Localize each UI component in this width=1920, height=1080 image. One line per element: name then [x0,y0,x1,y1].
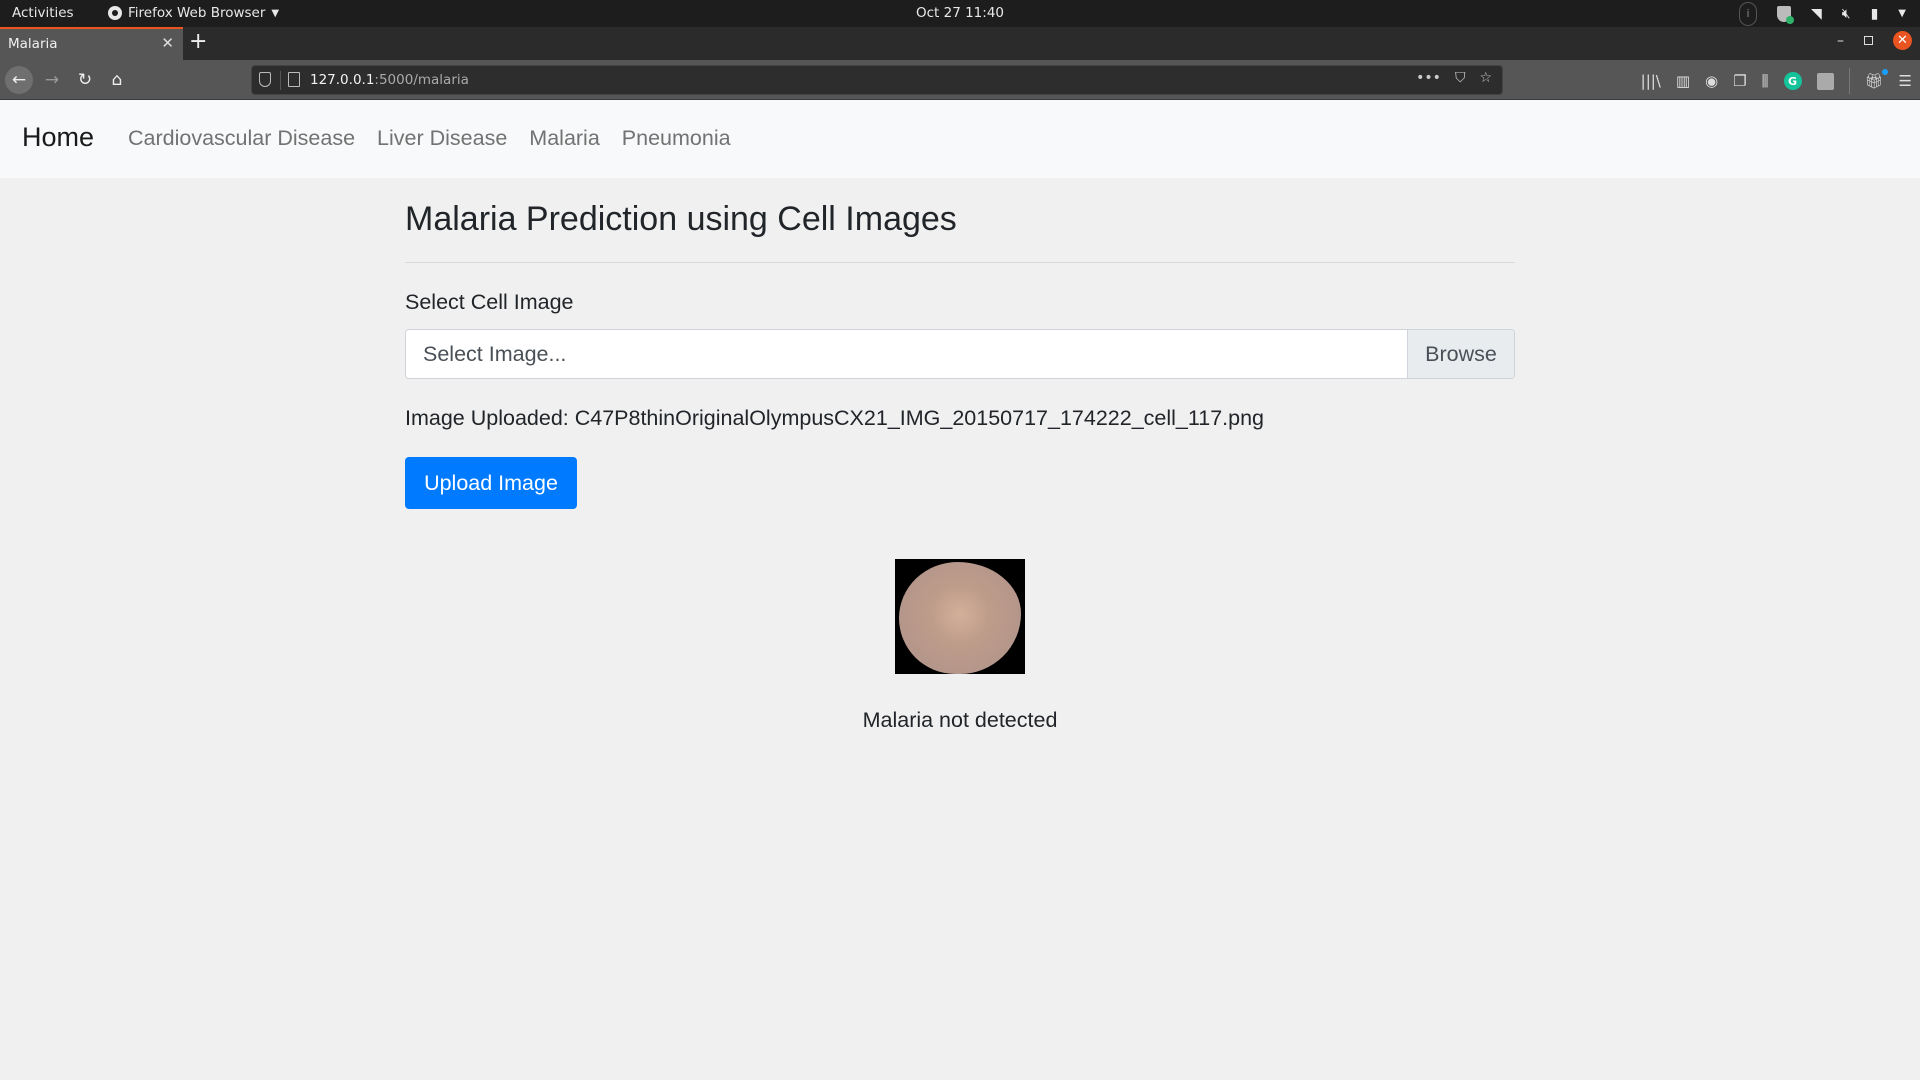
forward-arrow-icon[interactable]: → [39,67,65,93]
close-tab-icon[interactable]: ✕ [161,34,174,52]
nav-links: Cardiovascular Disease Liver Disease Mal… [128,126,731,151]
tab-malaria[interactable]: Malaria ✕ [0,27,183,60]
fence-extension-icon[interactable]: ⫼ [1762,72,1769,90]
account-icon[interactable]: ◉ [1705,72,1718,90]
clipboard-extension-icon[interactable]: ❐ [1733,72,1746,90]
address-bar[interactable]: 127.0.0.1:5000/malaria ••• ⛉ ☆ [251,65,1503,95]
upload-image-button[interactable]: Upload Image [405,457,577,509]
browse-button[interactable]: Browse [1407,330,1514,378]
sidebar-icon[interactable]: ▥ [1676,72,1690,90]
firefox-icon [108,6,122,20]
minimize-icon[interactable]: – [1837,33,1844,49]
tab-title: Malaria [8,36,58,52]
site-navbar: Home Cardiovascular Disease Liver Diseas… [0,100,1920,178]
battery-icon[interactable]: ▮ [1871,6,1879,22]
browser-toolbar: ← → ↻ ⌂ 127.0.0.1:5000/malaria ••• ⛉ ☆ |… [0,60,1920,100]
prediction-result: Malaria not detected [862,708,1058,732]
toolbar-divider [1848,68,1850,94]
pocket-icon[interactable]: ⛉ [1455,70,1466,86]
page-title: Malaria Prediction using Cell Images [405,200,957,238]
whats-new-gift-icon[interactable]: 🎁︎ [1865,69,1888,90]
app-menu-label: Firefox Web Browser [128,5,266,21]
wifi-icon[interactable]: ◥ [1811,6,1822,22]
browser-tools: |||\ ▥ ◉ ❐ ⫼ G 🎁︎ ☰ [1641,68,1912,94]
file-input-placeholder: Select Image... [423,342,567,366]
nav-link-malaria[interactable]: Malaria [529,126,600,151]
grammarly-icon[interactable]: G [1783,72,1802,90]
url-path: :5000/malaria [374,72,469,88]
uploaded-cell-image [895,559,1025,674]
window-controls: – ✕ [1837,31,1912,50]
uploaded-filename: Image Uploaded: C47P8thinOriginalOlympus… [405,406,1264,430]
info-indicator-icon[interactable]: i [1738,1,1757,26]
nav-link-cardiovascular[interactable]: Cardiovascular Disease [128,126,355,151]
hamburger-menu-icon[interactable]: ☰ [1899,72,1912,90]
security-shield-icon[interactable] [1776,5,1794,24]
page-info-icon[interactable] [288,72,300,87]
library-icon[interactable]: |||\ [1641,72,1661,90]
app-menu[interactable]: Firefox Web Browser ▼ [108,5,279,21]
divider [405,262,1515,263]
os-top-bar: Activities Firefox Web Browser ▼ Oct 27 … [0,0,1920,27]
new-tab-button[interactable]: + [189,29,207,54]
nav-link-pneumonia[interactable]: Pneumonia [622,126,731,151]
cell-shape [899,562,1021,674]
home-icon[interactable]: ⌂ [104,67,130,93]
url-separator [280,71,281,90]
activities-button[interactable]: Activities [12,5,74,21]
tab-bar: Malaria ✕ + – ✕ [0,27,1920,60]
volume-muted-icon[interactable]: 🔇︎ [1842,6,1851,22]
url-host: 127.0.0.1 [310,72,375,88]
tracking-protection-icon[interactable] [259,72,271,87]
clock[interactable]: Oct 27 11:40 [916,5,1004,21]
navbar-brand-home[interactable]: Home [22,122,94,153]
extension-icon[interactable] [1816,72,1834,90]
reload-icon[interactable]: ↻ [72,67,98,93]
cell-image-file-input[interactable]: Select Image... Browse [405,329,1515,379]
back-arrow-icon[interactable]: ← [5,66,33,94]
caret-down-icon: ▼ [271,7,280,19]
nav-link-liver[interactable]: Liver Disease [377,126,507,151]
url-text[interactable]: 127.0.0.1:5000/malaria [310,72,469,88]
page-actions-icon[interactable]: ••• [1416,70,1441,86]
system-menu-caret-icon[interactable]: ▼ [1898,8,1906,19]
cell-image-label: Select Cell Image [405,290,574,314]
system-tray[interactable]: i ◥ 🔇︎ ▮ ▼ [1738,1,1906,26]
maximize-icon[interactable] [1864,36,1873,45]
close-window-icon[interactable]: ✕ [1893,31,1912,50]
bookmark-star-icon[interactable]: ☆ [1479,70,1492,86]
